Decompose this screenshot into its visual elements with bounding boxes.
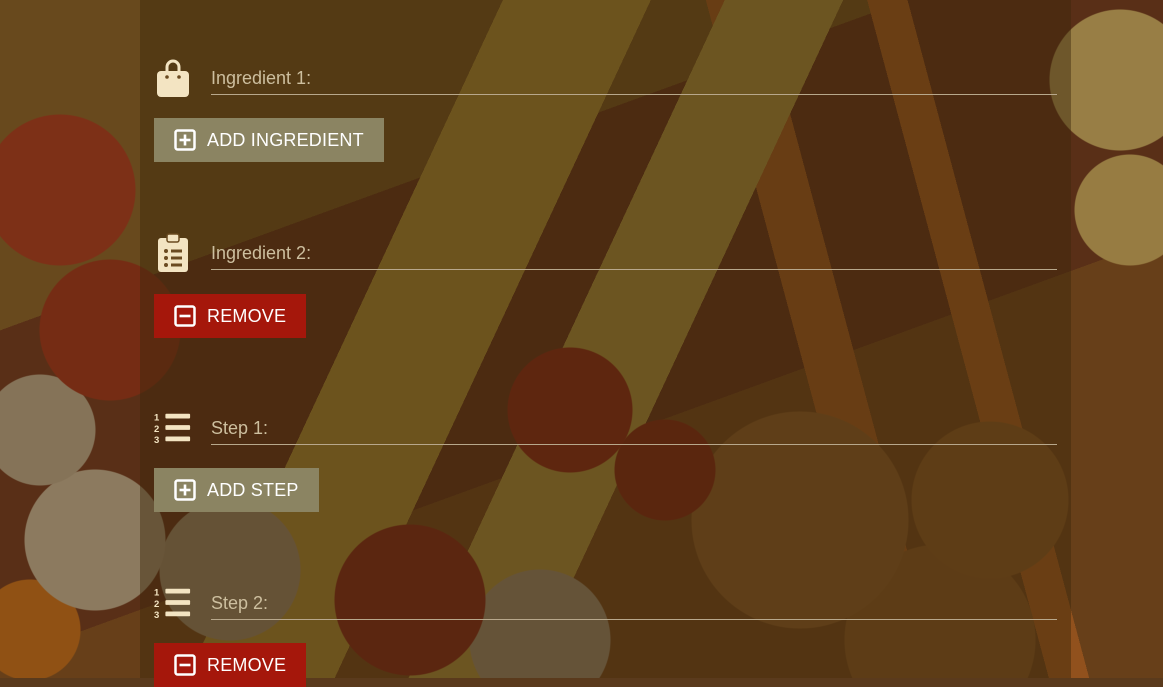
ingredient-1-input[interactable] — [211, 62, 1057, 92]
svg-text:3: 3 — [154, 610, 159, 621]
plus-square-icon — [174, 479, 196, 501]
ingredient-2-row — [154, 233, 192, 273]
shopping-bag-icon — [154, 58, 192, 98]
svg-text:1: 1 — [154, 412, 160, 423]
add-ingredient-button-label: ADD INGREDIENT — [207, 129, 364, 150]
svg-text:2: 2 — [154, 599, 159, 610]
plus-square-icon — [174, 129, 196, 151]
numbered-list-icon: 1 2 3 — [154, 583, 192, 623]
ingredient-2-field — [211, 237, 1057, 270]
step-2-field — [211, 587, 1057, 620]
ingredient-1-row — [154, 58, 192, 98]
step-1-field — [211, 412, 1057, 445]
clipboard-list-icon — [154, 233, 192, 273]
minus-square-icon — [174, 654, 196, 676]
step-2-row: 1 2 3 — [154, 583, 192, 623]
remove-step-button-label: REMOVE — [207, 654, 287, 675]
numbered-list-icon: 1 2 3 — [154, 408, 192, 448]
svg-text:1: 1 — [154, 587, 160, 598]
add-ingredient-button[interactable]: ADD INGREDIENT — [154, 118, 384, 162]
minus-square-icon — [174, 305, 196, 327]
remove-ingredient-button-label: REMOVE — [207, 305, 287, 326]
step-2-input[interactable] — [211, 587, 1057, 617]
step-1-input[interactable] — [211, 412, 1057, 442]
add-step-button-label: ADD STEP — [207, 479, 299, 500]
step-1-row: 1 2 3 — [154, 408, 192, 448]
svg-text:3: 3 — [154, 435, 159, 446]
remove-step-button[interactable]: REMOVE — [154, 643, 307, 687]
ingredient-1-field — [211, 62, 1057, 95]
ingredient-2-input[interactable] — [211, 237, 1057, 267]
remove-ingredient-button[interactable]: REMOVE — [154, 294, 307, 338]
form-panel — [140, 0, 1071, 678]
add-step-button[interactable]: ADD STEP — [154, 468, 319, 512]
svg-text:2: 2 — [154, 424, 159, 435]
